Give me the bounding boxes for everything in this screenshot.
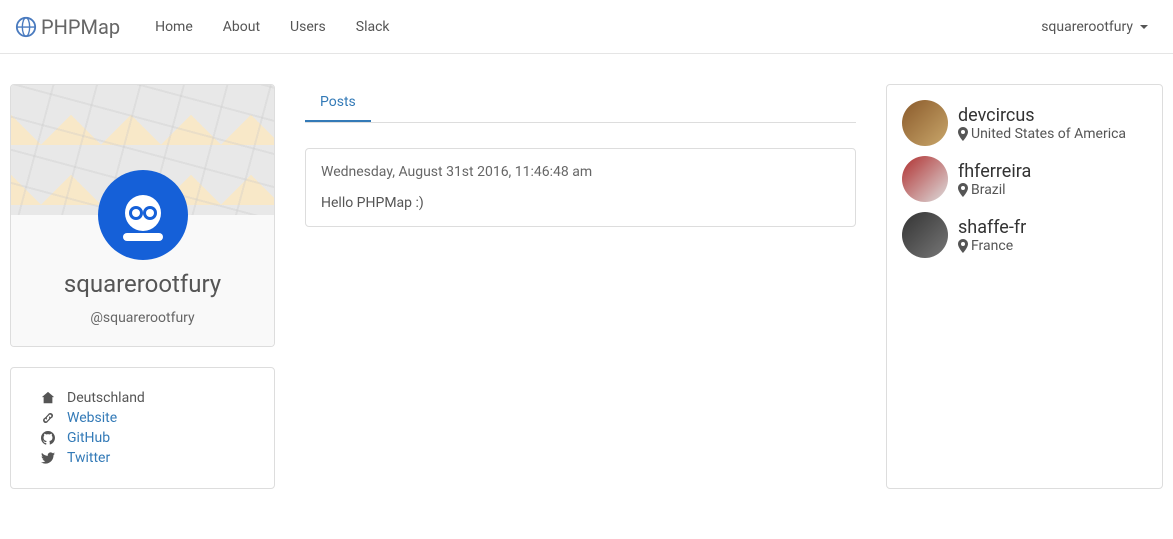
user-location-text: Brazil bbox=[971, 182, 1006, 198]
user-row[interactable]: shaffe-fr France bbox=[902, 207, 1147, 263]
map-pin-icon bbox=[958, 127, 968, 141]
map-pin-icon bbox=[958, 183, 968, 197]
user-name: shaffe-fr bbox=[958, 217, 1026, 238]
avatar-icon bbox=[113, 185, 173, 245]
user-avatar bbox=[902, 212, 948, 258]
profile-handle: @squarerootfury bbox=[26, 310, 259, 326]
profile-card: squarerootfury @squarerootfury bbox=[10, 84, 275, 347]
tab-posts[interactable]: Posts bbox=[305, 84, 371, 122]
avatar[interactable] bbox=[98, 170, 188, 260]
github-link[interactable]: GitHub bbox=[67, 430, 110, 446]
post-body: Hello PHPMap :) bbox=[321, 195, 840, 211]
user-location: Brazil bbox=[958, 182, 1031, 198]
user-name: devcircus bbox=[958, 105, 1126, 126]
post-date: Wednesday, August 31st 2016, 11:46:48 am bbox=[321, 164, 840, 180]
user-info: shaffe-fr France bbox=[958, 217, 1026, 254]
twitter-link[interactable]: Twitter bbox=[67, 450, 110, 466]
user-location: France bbox=[958, 238, 1026, 254]
user-menu-label: squarerootfury bbox=[1041, 19, 1133, 35]
location-text: Deutschland bbox=[67, 390, 145, 406]
suggested-users: devcircus United States of America fhfer… bbox=[886, 84, 1163, 489]
tabs: Posts bbox=[305, 84, 856, 123]
user-menu[interactable]: squarerootfury bbox=[1041, 19, 1158, 35]
profile-display-name: squarerootfury bbox=[26, 270, 259, 298]
user-avatar bbox=[902, 100, 948, 146]
user-name: fhferreira bbox=[958, 161, 1031, 182]
user-info: devcircus United States of America bbox=[958, 105, 1126, 142]
link-icon bbox=[41, 411, 55, 425]
user-location: United States of America bbox=[958, 126, 1126, 142]
home-icon bbox=[41, 391, 55, 405]
user-row[interactable]: fhferreira Brazil bbox=[902, 151, 1147, 207]
map-pin-icon bbox=[958, 239, 968, 253]
nav-about[interactable]: About bbox=[208, 4, 275, 50]
user-row[interactable]: devcircus United States of America bbox=[902, 95, 1147, 151]
globe-icon bbox=[15, 16, 37, 38]
user-info: fhferreira Brazil bbox=[958, 161, 1031, 198]
link-row-github: GitHub bbox=[41, 428, 244, 448]
links-card: Deutschland Website GitHub Twitter bbox=[10, 367, 275, 489]
user-location-text: France bbox=[971, 238, 1013, 254]
user-avatar bbox=[902, 156, 948, 202]
link-row-twitter: Twitter bbox=[41, 448, 244, 468]
nav-home[interactable]: Home bbox=[140, 4, 208, 50]
twitter-icon bbox=[41, 451, 55, 465]
brand-text: PHPMap bbox=[41, 15, 120, 39]
nav-slack[interactable]: Slack bbox=[341, 4, 405, 50]
post-card: Wednesday, August 31st 2016, 11:46:48 am… bbox=[305, 148, 856, 227]
main-column: Posts Wednesday, August 31st 2016, 11:46… bbox=[305, 84, 856, 489]
brand[interactable]: PHPMap bbox=[15, 15, 120, 39]
left-column: squarerootfury @squarerootfury Deutschla… bbox=[10, 84, 275, 489]
main-container: squarerootfury @squarerootfury Deutschla… bbox=[0, 54, 1173, 489]
github-icon bbox=[41, 431, 55, 445]
nav-links: Home About Users Slack bbox=[140, 4, 404, 50]
website-link[interactable]: Website bbox=[67, 410, 117, 426]
navbar: PHPMap Home About Users Slack squareroot… bbox=[0, 0, 1173, 54]
link-row-website: Website bbox=[41, 408, 244, 428]
map-background[interactable] bbox=[11, 85, 274, 215]
caret-down-icon bbox=[1140, 25, 1148, 29]
user-location-text: United States of America bbox=[971, 126, 1126, 142]
link-row-location: Deutschland bbox=[41, 388, 244, 408]
nav-users[interactable]: Users bbox=[275, 4, 341, 50]
